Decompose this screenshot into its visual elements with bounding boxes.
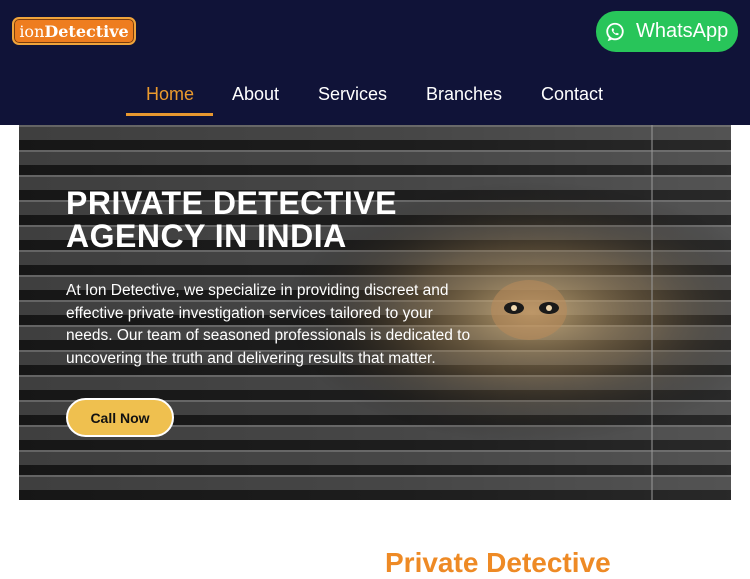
hero-title: PRIVATE DETECTIVE AGENCY IN INDIA (66, 187, 486, 253)
whatsapp-button[interactable]: WhatsApp (596, 11, 738, 52)
whatsapp-label: WhatsApp (636, 20, 729, 42)
hero-banner: PRIVATE DETECTIVE AGENCY IN INDIA At Ion… (19, 125, 731, 500)
nav-item-home[interactable]: Home (146, 84, 194, 105)
hero-title-line2: AGENCY IN INDIA (66, 218, 347, 254)
nav-item-contact[interactable]: Contact (541, 84, 603, 105)
section-heading: Private Detective (385, 547, 611, 578)
hero-description: At Ion Detective, we specialize in provi… (66, 282, 471, 367)
nav-item-services[interactable]: Services (318, 84, 387, 105)
nav-item-branches[interactable]: Branches (426, 84, 502, 105)
site-header: ion Detective WhatsApp Home About Service… (0, 0, 750, 125)
call-now-button[interactable]: Call Now (66, 398, 174, 437)
nav-item-about[interactable]: About (232, 84, 279, 105)
active-nav-indicator (126, 113, 213, 116)
main-nav: Home About Services Branches Contact (0, 80, 750, 116)
whatsapp-icon (606, 22, 624, 41)
hero-title-line1: PRIVATE DETECTIVE (66, 185, 397, 221)
brand-logo[interactable]: ion Detective (12, 17, 136, 45)
